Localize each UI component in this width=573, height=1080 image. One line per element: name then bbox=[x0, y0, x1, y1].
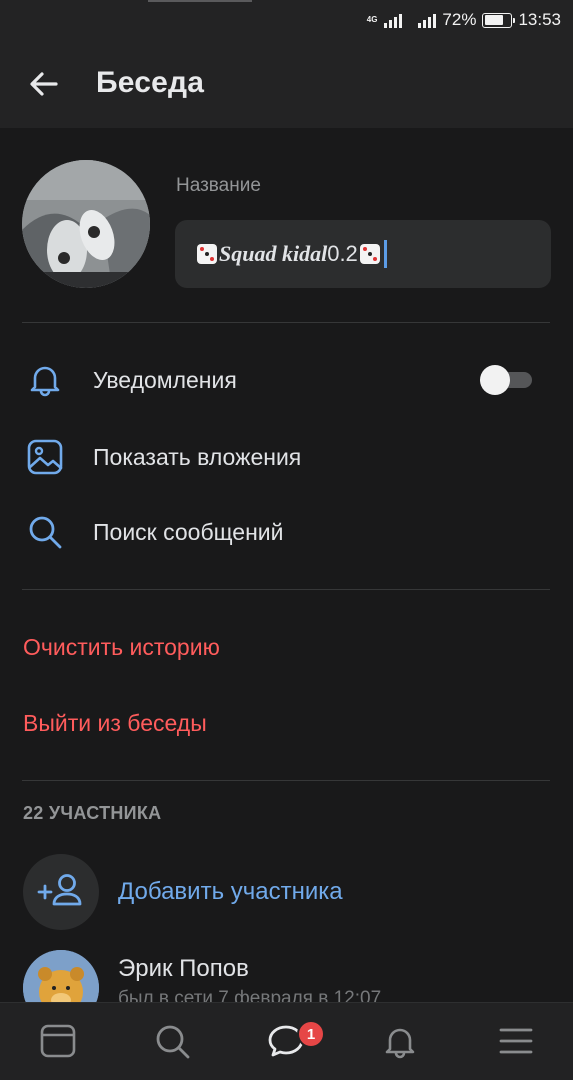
toggle-knob bbox=[480, 365, 510, 395]
members-count: 22 УЧАСТНИКА bbox=[23, 803, 162, 823]
battery-percent: 72% bbox=[442, 10, 477, 29]
status-bar-line bbox=[148, 0, 252, 2]
bottom-tab-bar: 1 bbox=[0, 1002, 573, 1080]
chat-avatar-image bbox=[22, 160, 150, 288]
status-bar: 4G 72% 13:53 bbox=[0, 0, 573, 40]
dice-icon bbox=[359, 244, 380, 264]
search-icon bbox=[29, 516, 62, 549]
search-messages-label: Поиск сообщений bbox=[93, 518, 284, 545]
image-icon bbox=[27, 439, 63, 475]
dice-icon bbox=[197, 244, 217, 264]
add-member-button[interactable] bbox=[23, 854, 99, 930]
search-messages-row[interactable]: Поиск сообщений bbox=[0, 502, 573, 562]
tab-search[interactable] bbox=[152, 1021, 192, 1061]
top-app-bar: Беседа bbox=[0, 40, 573, 128]
notifications-toggle[interactable] bbox=[480, 365, 534, 395]
page-title: Беседа bbox=[96, 66, 205, 99]
clear-history-button[interactable]: Очистить историю bbox=[23, 634, 220, 661]
network-type: 4G bbox=[366, 15, 378, 24]
battery-icon bbox=[482, 12, 516, 28]
attachments-label: Показать вложения bbox=[93, 443, 302, 470]
divider bbox=[22, 589, 550, 590]
divider bbox=[22, 780, 550, 781]
add-user-icon bbox=[37, 874, 82, 906]
attachments-row[interactable]: Показать вложения bbox=[0, 427, 573, 487]
status-indicators: 4G 72% 13:53 bbox=[367, 8, 561, 32]
chat-name-label: Название bbox=[176, 175, 261, 196]
menu-icon bbox=[499, 1028, 533, 1054]
add-member-label[interactable]: Добавить участника bbox=[118, 878, 343, 906]
arrow-left-icon bbox=[30, 72, 58, 96]
tab-feed[interactable] bbox=[38, 1021, 78, 1061]
member-name: Эрик Попов bbox=[118, 955, 249, 982]
leave-chat-button[interactable]: Выйти из беседы bbox=[23, 710, 207, 737]
signal-icon bbox=[384, 12, 403, 28]
chat-name-input[interactable]: Squad kidal 0.2 bbox=[175, 220, 551, 288]
search-icon bbox=[156, 1025, 190, 1059]
signal-icon-2 bbox=[418, 12, 437, 28]
messages-badge: 1 bbox=[297, 1020, 325, 1048]
tab-menu[interactable] bbox=[496, 1021, 536, 1061]
tab-notifications[interactable] bbox=[380, 1021, 420, 1061]
chat-avatar[interactable] bbox=[22, 160, 150, 288]
divider bbox=[22, 322, 550, 323]
notifications-label: Уведомления bbox=[93, 366, 237, 393]
text-caret bbox=[383, 240, 387, 268]
back-button[interactable] bbox=[24, 64, 64, 104]
chat-name-text: Squad kidal bbox=[219, 241, 328, 266]
clock: 13:53 bbox=[518, 10, 561, 29]
chat-name-version: 0.2 bbox=[327, 241, 358, 266]
feed-icon bbox=[40, 1024, 76, 1058]
bell-icon bbox=[385, 1028, 415, 1059]
notifications-row[interactable]: Уведомления bbox=[0, 350, 573, 410]
bell-icon bbox=[30, 366, 60, 397]
